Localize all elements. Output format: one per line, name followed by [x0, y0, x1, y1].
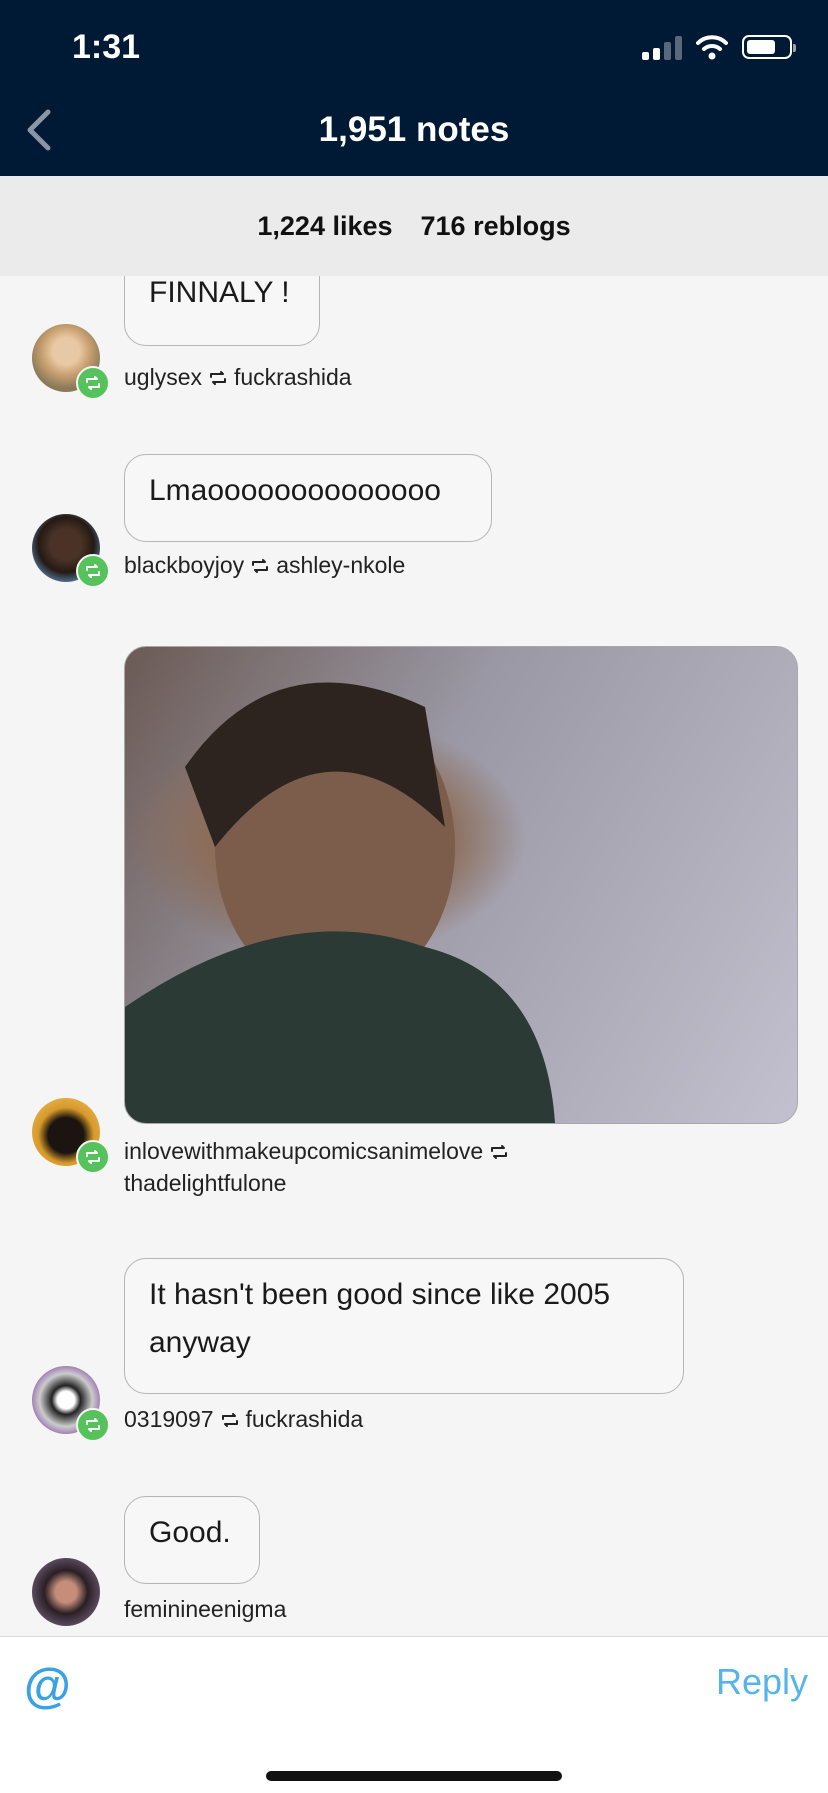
- reblog-badge-icon: [76, 554, 110, 588]
- reply-composer: @ Reply: [0, 1636, 828, 1793]
- note-meta: inlovewithmakeupcomicsanimelove thadeligh…: [124, 1136, 644, 1198]
- reblogged-from-username[interactable]: thadelightfulone: [124, 1170, 286, 1196]
- note-meta: feminineenigma: [124, 1594, 286, 1624]
- reblog-badge-icon: [76, 1408, 110, 1442]
- note-username[interactable]: feminineenigma: [124, 1596, 286, 1622]
- reply-bubble: Lmaoooooooooooooo: [124, 454, 492, 542]
- reblog-arrow-icon: [250, 552, 270, 582]
- notes-count-bar: 1,224 likes 716 reblogs: [0, 176, 828, 276]
- reblogged-from-username[interactable]: fuckrashida: [234, 364, 352, 390]
- avatar[interactable]: [32, 1558, 100, 1626]
- person-image: [125, 682, 555, 1123]
- likes-count-tab[interactable]: 1,224 likes: [257, 211, 392, 242]
- status-time: 1:31: [72, 28, 141, 66]
- note-username[interactable]: 0319097: [124, 1406, 214, 1432]
- note-username[interactable]: blackboyjoy: [124, 552, 244, 578]
- signal-icon: [642, 34, 682, 60]
- home-indicator: [266, 1771, 562, 1781]
- reblog-badge-icon: [76, 366, 110, 400]
- reblog-arrow-icon: [208, 364, 228, 394]
- note-meta: blackboyjoy ashley-nkole: [124, 550, 405, 582]
- reblog-badge-icon: [76, 1140, 110, 1174]
- page-title: 1,951 notes: [318, 110, 510, 149]
- reblogged-from-username[interactable]: ashley-nkole: [276, 552, 405, 578]
- reblog-arrow-icon: [220, 1406, 240, 1436]
- wifi-icon: [696, 35, 728, 60]
- navigation-header: 1:31 1,951 notes: [0, 0, 828, 176]
- reblogged-from-username[interactable]: fuckrashida: [246, 1406, 364, 1432]
- mention-icon[interactable]: @: [24, 1659, 71, 1714]
- reply-button[interactable]: Reply: [716, 1661, 808, 1703]
- status-icons: [642, 34, 796, 60]
- note-meta: uglysex fuckrashida: [124, 362, 352, 394]
- reply-bubble: FINNALY !: [124, 276, 320, 346]
- note-username[interactable]: uglysex: [124, 364, 202, 390]
- reply-bubble: Good.: [124, 1496, 260, 1584]
- reply-bubble: It hasn't been good since like 2005 anyw…: [124, 1258, 684, 1394]
- reblog-arrow-icon: [489, 1138, 509, 1168]
- reply-gif-image[interactable]: [124, 646, 798, 1124]
- reblogs-count-tab[interactable]: 716 reblogs: [421, 211, 571, 242]
- notes-feed[interactable]: FINNALY ! uglysex fuckrashida Lmaoooooooo…: [0, 276, 828, 1636]
- note-username[interactable]: inlovewithmakeupcomicsanimelove: [124, 1138, 483, 1164]
- battery-icon: [742, 35, 796, 59]
- note-meta: 0319097 fuckrashida: [124, 1404, 363, 1436]
